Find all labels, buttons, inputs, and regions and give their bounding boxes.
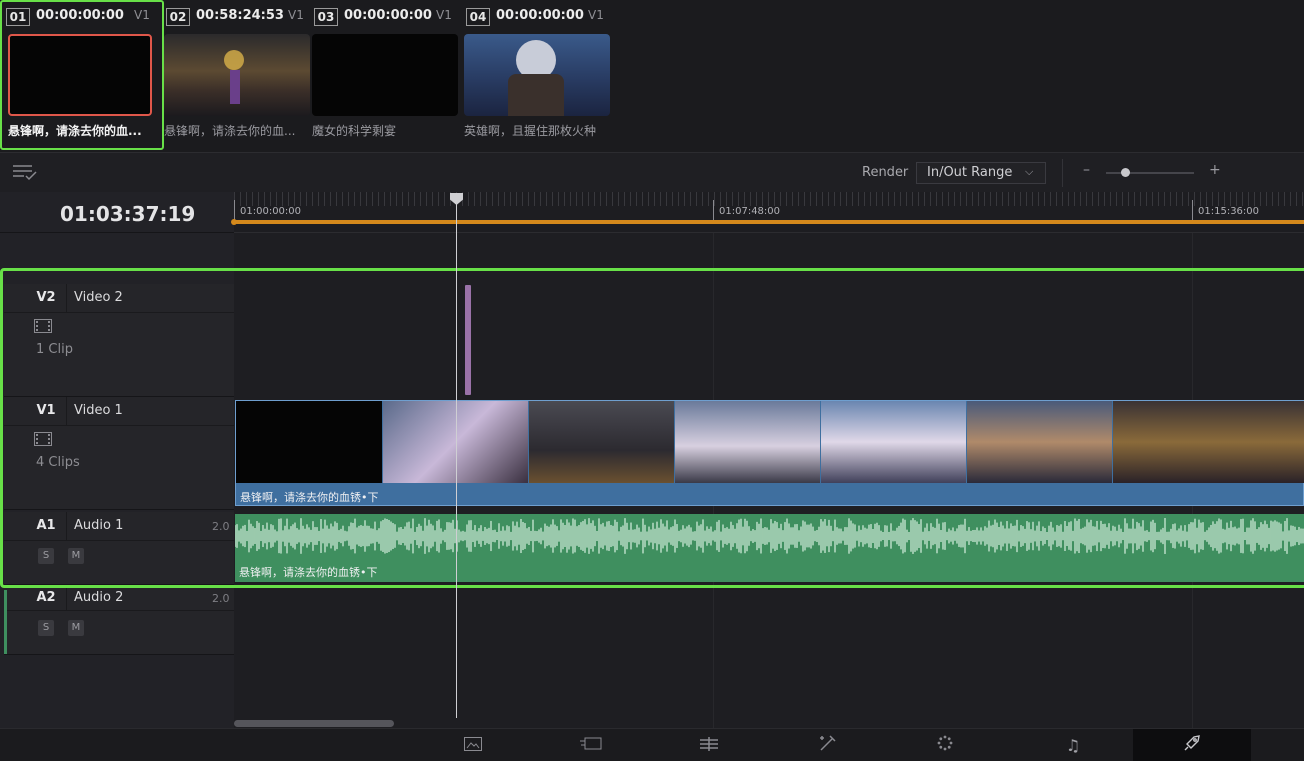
clip-name: 悬锋啊，请涤去你的血...: [164, 124, 296, 138]
clip-card-02[interactable]: 02 00:58:24:53 V1 悬锋啊，请涤去你的血...: [160, 0, 310, 152]
fusion-page-tab[interactable]: [768, 729, 886, 761]
solo-button[interactable]: S: [38, 620, 54, 636]
ruler-major-tick: [713, 200, 714, 222]
zoom-out-button[interactable]: –: [1083, 162, 1090, 178]
track-header-a2[interactable]: A2 Audio 2 2.0 S M: [4, 586, 234, 655]
track-name: Audio 2: [74, 590, 124, 605]
fusion-icon: [818, 735, 836, 755]
fairlight-page-tab[interactable]: ♫: [1014, 729, 1132, 761]
edit-page-tab[interactable]: [650, 729, 768, 761]
zoom-slider[interactable]: [1106, 172, 1194, 174]
color-icon: [937, 735, 953, 755]
clip-timecode: 00:58:24:53: [196, 8, 284, 23]
chevron-down-icon: ⌵: [1025, 165, 1034, 178]
zoom-in-button[interactable]: +: [1209, 162, 1221, 178]
fairlight-icon: ♫: [1065, 735, 1081, 755]
audio-track-color-bar: [4, 590, 7, 654]
deliver-icon: [1183, 734, 1201, 756]
playhead[interactable]: [456, 194, 457, 718]
edit-icon: [698, 736, 720, 755]
render-range-value: In/Out Range: [927, 165, 1013, 180]
ruler-label: 01:07:48:00: [719, 206, 781, 217]
selected-tracks-highlight: [0, 268, 1304, 588]
toolbar-divider: [1062, 159, 1063, 187]
clip-card-03[interactable]: 03 00:00:00:00 V1 魔女的科学剩宴: [308, 0, 458, 152]
timeline-options-icon[interactable]: [12, 163, 38, 187]
render-range-dropdown[interactable]: In/Out Range ⌵: [916, 162, 1046, 184]
clip-thumbnail: [464, 34, 610, 116]
clip-track-label: V1: [588, 8, 604, 22]
divider: [0, 232, 234, 233]
clip-thumbnail: [164, 34, 310, 116]
cut-icon: [579, 736, 603, 755]
clip-track-label: V1: [436, 8, 452, 22]
clip-track-label: V1: [288, 8, 304, 22]
current-timecode: 01:03:37:19: [60, 202, 196, 226]
page-navigation-bar: ♫: [0, 728, 1304, 761]
clip-name: 魔女的科学剩宴: [312, 124, 397, 138]
horizontal-scrollbar[interactable]: [234, 720, 394, 727]
clip-number: 03: [314, 8, 338, 26]
ruler-label: 01:15:36:00: [1198, 206, 1260, 217]
timeline-toolbar: Render In/Out Range ⌵ – +: [0, 152, 1304, 193]
mute-button[interactable]: M: [68, 620, 84, 636]
clip-name: 英雄啊，且握住那枚火种: [464, 124, 597, 138]
in-point-marker[interactable]: [231, 219, 237, 225]
in-out-range-bar[interactable]: [234, 220, 1304, 224]
track-header-row: A2 Audio 2 2.0: [4, 586, 234, 611]
clip-number: 04: [466, 8, 490, 26]
clip-thumbnail: [312, 34, 458, 116]
selected-clip-highlight: [0, 0, 164, 150]
render-label: Render: [862, 165, 909, 180]
ruler-major-tick: [1192, 200, 1193, 222]
clip-number: 02: [166, 8, 190, 26]
clip-card-04[interactable]: 04 00:00:00:00 V1 英雄啊，且握住那枚火种: [460, 0, 610, 152]
ruler-ticks: [234, 192, 1304, 206]
media-icon: [464, 736, 482, 755]
clip-timecode: 00:00:00:00: [496, 8, 584, 23]
clip-timecode: 00:00:00:00: [344, 8, 432, 23]
ruler-label: 01:00:00:00: [240, 206, 302, 217]
timeline-ruler[interactable]: 01:00:00:00 01:07:48:00 01:15:36:00: [231, 192, 1304, 233]
track-id: A2: [36, 590, 56, 605]
cut-page-tab[interactable]: [532, 729, 650, 761]
color-page-tab[interactable]: [886, 729, 1004, 761]
deliver-page-tab[interactable]: [1133, 729, 1251, 761]
clip-strip: 01 00:00:00:00 V1 悬锋啊，请涤去你的血... 02 00:58…: [0, 0, 1304, 152]
media-page-tab[interactable]: [414, 729, 532, 761]
divider: [66, 586, 67, 610]
zoom-slider-handle[interactable]: [1121, 168, 1130, 177]
channel-format: 2.0: [212, 592, 230, 605]
